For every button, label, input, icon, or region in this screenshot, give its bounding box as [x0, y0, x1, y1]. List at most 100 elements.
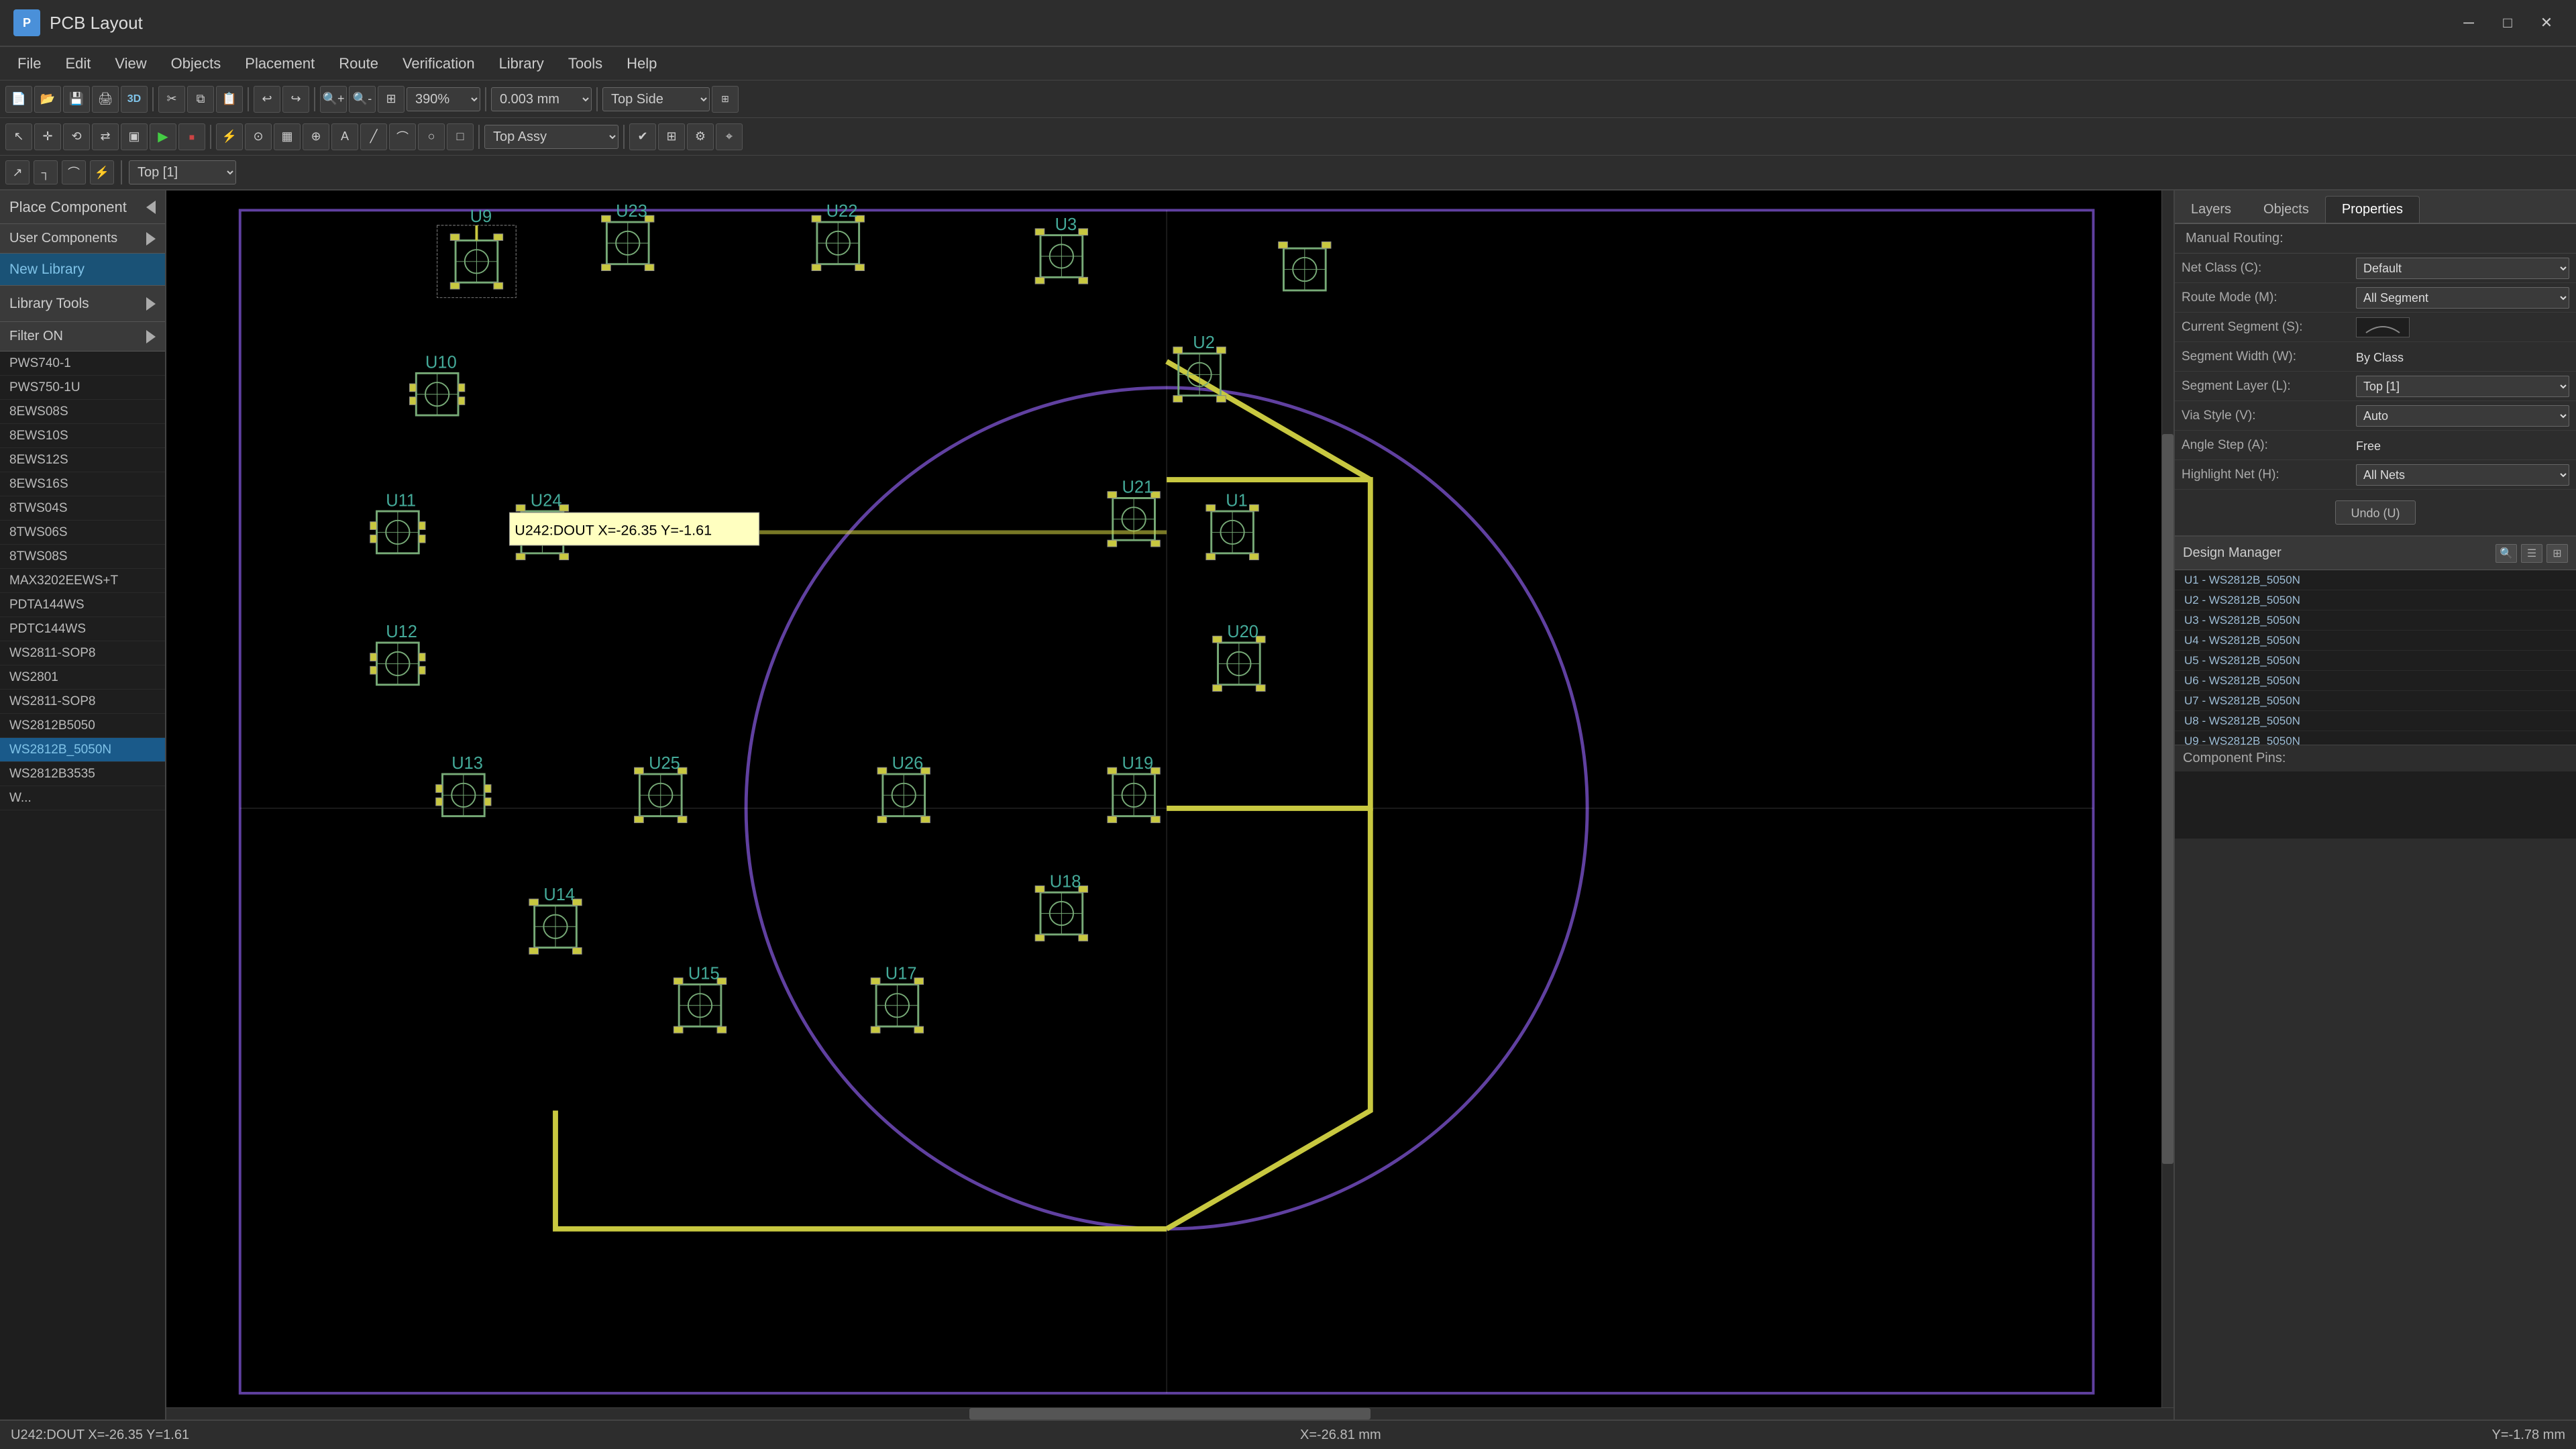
comp-item-8tws04s[interactable]: 8TWS04S [0, 496, 165, 521]
cn-item-u3[interactable]: U3 - WS2812B_5050N [2175, 610, 2576, 631]
collapse-icon[interactable] [146, 201, 156, 214]
array-button[interactable]: ⚙ [687, 123, 714, 150]
stop-button[interactable]: ■ [178, 123, 205, 150]
grid-select[interactable]: 0.003 mm 0.010 mm 0.025 mm [491, 87, 592, 111]
top-assy-select[interactable]: Top Assy Bottom Assy [484, 125, 619, 149]
horizontal-scrollbar[interactable] [166, 1407, 2174, 1419]
tab-properties[interactable]: Properties [2325, 196, 2420, 223]
3d-button[interactable]: 3D [121, 86, 148, 113]
menu-help[interactable]: Help [616, 51, 667, 76]
menu-verification[interactable]: Verification [392, 51, 486, 76]
comp-item-8ews10s[interactable]: 8EWS10S [0, 424, 165, 448]
comp-item-ws2812b5050[interactable]: WS2812B5050 [0, 714, 165, 738]
comp-item-w-ellipsis[interactable]: W... [0, 786, 165, 810]
drc-button[interactable]: ✔ [629, 123, 656, 150]
curved-route-button[interactable]: ⌒ [62, 160, 86, 184]
expand-user-components-icon[interactable] [146, 232, 156, 246]
cn-item-u1[interactable]: U1 - WS2812B_5050N [2175, 570, 2576, 590]
route-mode-button[interactable]: ↗ [5, 160, 30, 184]
menu-view[interactable]: View [104, 51, 157, 76]
comp-item-ws2812b3535[interactable]: WS2812B3535 [0, 762, 165, 786]
cn-item-u2[interactable]: U2 - WS2812B_5050N [2175, 590, 2576, 610]
route-button[interactable]: ⚡ [216, 123, 243, 150]
pad-button[interactable]: ⊕ [303, 123, 329, 150]
comp-item-8ews08s[interactable]: 8EWS08S [0, 400, 165, 424]
cn-item-u7[interactable]: U7 - WS2812B_5050N [2175, 691, 2576, 711]
undo-button-panel[interactable]: Undo (U) [2335, 500, 2416, 525]
print-button[interactable]: 🖨 [92, 86, 119, 113]
new-button[interactable]: 📄 [5, 86, 32, 113]
expand-filter-icon[interactable] [146, 330, 156, 343]
segment-button[interactable]: ┐ [34, 160, 58, 184]
comp-item-pdtc144ws[interactable]: PDTC144WS [0, 617, 165, 641]
comp-item-pdta144ws[interactable]: PDTA144WS [0, 593, 165, 617]
route-mode-select[interactable]: All Segment [2356, 287, 2569, 309]
dm-icon-list[interactable]: ☰ [2521, 544, 2542, 563]
cn-item-u5[interactable]: U5 - WS2812B_5050N [2175, 651, 2576, 671]
rotate-button[interactable]: ⟲ [63, 123, 90, 150]
arc-button[interactable]: ⌒ [389, 123, 416, 150]
new-library-item[interactable]: New Library [0, 254, 165, 286]
comp-item-pws740[interactable]: PWS740-1 [0, 352, 165, 376]
maximize-button[interactable]: □ [2491, 10, 2524, 36]
menu-objects[interactable]: Objects [160, 51, 232, 76]
redo-button[interactable]: ↪ [282, 86, 309, 113]
segment-layer-select[interactable]: Top [1] Bottom [16] [2356, 376, 2569, 397]
comp-item-ws2812b5050n[interactable]: WS2812B_5050N [0, 738, 165, 762]
canvas-area[interactable]: U9 U23 U22 [166, 191, 2174, 1419]
comp-item-8tws06s[interactable]: 8TWS06S [0, 521, 165, 545]
highlight-net-select[interactable]: All Nets [2356, 464, 2569, 486]
paste-button[interactable]: 📋 [216, 86, 243, 113]
cn-item-u6[interactable]: U6 - WS2812B_5050N [2175, 671, 2576, 691]
comp-item-8ews16s[interactable]: 8EWS16S [0, 472, 165, 496]
text-button[interactable]: A [331, 123, 358, 150]
active-layer-select[interactable]: Top [1] Bottom [16] Inner 1 [129, 160, 236, 184]
comp-item-ws2801[interactable]: WS2801 [0, 665, 165, 690]
net-class-select[interactable]: Default [2356, 258, 2569, 279]
zoom-out-button[interactable]: 🔍- [349, 86, 376, 113]
group-button[interactable]: ▣ [121, 123, 148, 150]
hscrollbar-thumb[interactable] [969, 1408, 1371, 1419]
comp-item-ws2811sop8a[interactable]: WS2811-SOP8 [0, 641, 165, 665]
open-button[interactable]: 📂 [34, 86, 61, 113]
menu-placement[interactable]: Placement [234, 51, 325, 76]
minimize-button[interactable]: ─ [2453, 10, 2485, 36]
vscrollbar-thumb[interactable] [2162, 434, 2174, 1164]
undo-button[interactable]: ↩ [254, 86, 280, 113]
save-button[interactable]: 💾 [63, 86, 90, 113]
comp-item-8ews12s[interactable]: 8EWS12S [0, 448, 165, 472]
layer-side-select[interactable]: Top Side Bottom Side [602, 87, 710, 111]
select-button[interactable]: ↖ [5, 123, 32, 150]
cn-item-u8[interactable]: U8 - WS2812B_5050N [2175, 711, 2576, 731]
vertical-scrollbar[interactable] [2161, 191, 2174, 1407]
cn-item-u4[interactable]: U4 - WS2812B_5050N [2175, 631, 2576, 651]
menu-tools[interactable]: Tools [557, 51, 613, 76]
zoom-select[interactable]: 390% 100% 200% [407, 87, 480, 111]
tab-objects[interactable]: Objects [2247, 197, 2325, 223]
comp-item-pws750[interactable]: PWS750-1U [0, 376, 165, 400]
circle-button[interactable]: ○ [418, 123, 445, 150]
tab-layers[interactable]: Layers [2175, 197, 2247, 223]
menu-route[interactable]: Route [328, 51, 389, 76]
rect-button[interactable]: □ [447, 123, 474, 150]
comp-item-8tws08s[interactable]: 8TWS08S [0, 545, 165, 569]
zoom-in-button[interactable]: 🔍+ [320, 86, 347, 113]
comp-item-ws2811sop8b[interactable]: WS2811-SOP8 [0, 690, 165, 714]
menu-library[interactable]: Library [488, 51, 555, 76]
expand-library-tools-icon[interactable] [146, 297, 156, 311]
close-button[interactable]: ✕ [2530, 10, 2563, 36]
cn-item-u9[interactable]: U9 - WS2812B_5050N [2175, 731, 2576, 745]
align-button[interactable]: ⊞ [658, 123, 685, 150]
dm-icon-tree[interactable]: ⊞ [2546, 544, 2568, 563]
plane-button[interactable]: ▦ [274, 123, 301, 150]
zoom-fit-button[interactable]: ⊞ [378, 86, 405, 113]
measure-button[interactable]: ⌖ [716, 123, 743, 150]
copy-button[interactable]: ⧉ [187, 86, 214, 113]
cut-button[interactable]: ✂ [158, 86, 185, 113]
layer-icon-button[interactable]: ⊞ [712, 86, 739, 113]
via-button[interactable]: ⊙ [245, 123, 272, 150]
auto-route-button[interactable]: ⚡ [90, 160, 114, 184]
dm-icon-search[interactable]: 🔍 [2496, 544, 2517, 563]
menu-edit[interactable]: Edit [54, 51, 101, 76]
via-style-select[interactable]: Auto [2356, 405, 2569, 427]
